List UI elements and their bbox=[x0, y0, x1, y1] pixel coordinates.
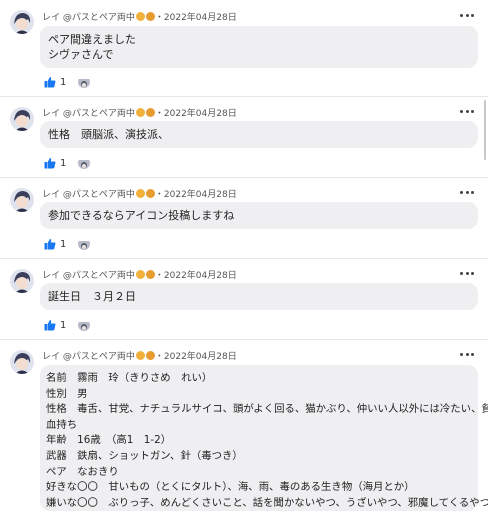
comment-line: ペア なおきり bbox=[46, 465, 119, 478]
like-bar[interactable]: 1 bbox=[44, 76, 66, 88]
author-name[interactable]: レイ @パスとペア両中 bbox=[42, 10, 135, 23]
thumbs-up-icon[interactable] bbox=[44, 319, 56, 331]
comment-meta: レイ @パスとペア両中 ・ 2022年04月28日 bbox=[42, 349, 237, 362]
author-name[interactable]: レイ @パスとペア両中 bbox=[42, 106, 135, 119]
comment-line: シヴァさんで bbox=[48, 48, 114, 61]
comment-post: レイ @パスとペア両中 ・ 2022年04月28日 参加できるならアイコン投稿します… bbox=[0, 177, 488, 258]
comment-post: レイ @パスとペア両中・ 2022年04月28日 ペア間違えました シヴァさんで … bbox=[0, 0, 488, 96]
comment-post: レイ @パスとペア両中 ・ 2022年04月28日 性格 頭脳派、演技派、 1 bbox=[0, 96, 488, 177]
like-bar[interactable]: 1 bbox=[44, 319, 66, 331]
comment-line: 参加できるならアイコン投稿しますね bbox=[48, 209, 235, 222]
separator: ・ bbox=[154, 352, 164, 362]
emoji-icon bbox=[145, 12, 155, 21]
more-options-icon[interactable] bbox=[460, 10, 474, 20]
post-date: 2022年04月28日 bbox=[163, 190, 237, 200]
comment-meta: レイ @パスとペア両中 ・ 2022年04月28日 bbox=[42, 10, 237, 23]
comment-bubble: 名前 霧雨 玲（きりさめ れい） 性別 男 性格 毒舌、甘党、ナチュラルサイコ、… bbox=[40, 365, 488, 511]
avatar[interactable] bbox=[10, 269, 34, 293]
emoji-icon bbox=[135, 189, 145, 198]
comment-line: 名前 霧雨 玲（きりさめ れい） bbox=[46, 372, 213, 384]
thumbs-up-icon[interactable] bbox=[44, 76, 56, 88]
more-options-icon[interactable] bbox=[460, 349, 474, 359]
post-date: 2022年04月28日 bbox=[163, 13, 237, 23]
author-name[interactable]: レイ @パスとペア両中 bbox=[42, 187, 135, 200]
separator: ・ bbox=[154, 271, 164, 281]
reactor-avatar[interactable] bbox=[78, 157, 90, 169]
like-bar[interactable]: 1 bbox=[44, 238, 66, 250]
emoji-icon bbox=[145, 351, 155, 360]
comment-line: 年齢 16歳 （高1 1-2） bbox=[46, 434, 172, 447]
author-name[interactable]: レイ @パスとペア両中 bbox=[42, 268, 135, 281]
like-count: 1 bbox=[60, 76, 67, 88]
author-name[interactable]: レイ @パスとペア両中 bbox=[42, 349, 135, 362]
avatar[interactable] bbox=[10, 188, 34, 212]
comment-feed: レイ @パスとペア両中・ 2022年04月28日 ペア間違えました シヴァさんで … bbox=[0, 0, 488, 512]
emoji-icon bbox=[145, 108, 155, 117]
reactor-avatar[interactable] bbox=[78, 76, 90, 88]
emoji-icon bbox=[135, 351, 145, 360]
comment-meta: レイ @パスとペア両中 ・ 2022年04月28日 bbox=[42, 106, 237, 119]
comment-bubble: 誕生日 ３月２日 bbox=[40, 283, 478, 310]
comment-post: レイ @パスとペア両中 ・ 2022年04月28日 誕生日 ３月２日 1 bbox=[0, 258, 488, 339]
avatar[interactable] bbox=[10, 350, 34, 374]
emoji-icon bbox=[135, 12, 145, 21]
comment-meta: レイ @パスとペア両中 ・ 2022年04月28日 bbox=[42, 187, 237, 200]
separator: ・ bbox=[154, 13, 164, 23]
comment-line: 嫌いな〇〇 ぶりっ子、めんどくさいこと、話を聞かないやつ、うざいやつ、邪魔してく… bbox=[46, 496, 488, 509]
comment-line: 性格 頭脳派、演技派、 bbox=[48, 128, 169, 141]
like-count: 1 bbox=[60, 238, 67, 250]
avatar[interactable] bbox=[10, 10, 34, 34]
reactor-avatar[interactable] bbox=[78, 238, 90, 250]
comment-line: 性別 男 bbox=[46, 387, 88, 400]
like-count: 1 bbox=[60, 157, 67, 169]
comment-line: 好きな〇〇 甘いもの（とくにタルト）、海、雨、毒のある生き物（海月とか） bbox=[46, 481, 415, 494]
post-date: 2022年04月28日 bbox=[163, 109, 237, 119]
comment-line: 性格 毒舌、甘党、ナチュラルサイコ、頭がよく回る、猫かぶり、仲いい人以外には冷た… bbox=[46, 403, 488, 416]
comment-line: 武器 鉄扇、ショットガン、針（毒つき） bbox=[46, 449, 243, 462]
comment-line: 誕生日 ３月２日 bbox=[48, 290, 136, 303]
comment-bubble: 性格 頭脳派、演技派、 bbox=[40, 121, 478, 148]
emoji-icon bbox=[145, 270, 155, 279]
like-bar[interactable]: 1 bbox=[44, 157, 66, 169]
comment-meta: レイ @パスとペア両中 ・ 2022年04月28日 bbox=[42, 268, 237, 281]
more-options-icon[interactable] bbox=[460, 187, 474, 197]
more-options-icon[interactable] bbox=[460, 268, 474, 278]
avatar[interactable] bbox=[10, 107, 34, 131]
more-options-icon[interactable] bbox=[460, 106, 474, 116]
thumbs-up-icon[interactable] bbox=[44, 238, 56, 250]
thumbs-up-icon[interactable] bbox=[44, 157, 56, 169]
emoji-icon bbox=[135, 108, 145, 117]
separator: ・ bbox=[154, 109, 164, 119]
comment-bubble: 参加できるならアイコン投稿しますね bbox=[40, 202, 478, 229]
comment-post: レイ @パスとペア両中 ・ 2022年04月28日 名前 霧雨 玲（きりさめ れい）… bbox=[0, 339, 488, 512]
post-date: 2022年04月28日 bbox=[163, 352, 237, 362]
like-count: 1 bbox=[60, 319, 67, 331]
separator: ・ bbox=[154, 190, 164, 200]
comment-line: 血持ち bbox=[46, 418, 78, 431]
comment-bubble: ペア間違えました シヴァさんで bbox=[40, 26, 478, 68]
reactor-avatar[interactable] bbox=[78, 319, 90, 331]
emoji-icon bbox=[145, 189, 155, 198]
post-date: 2022年04月28日 bbox=[163, 271, 237, 281]
comment-line: ペア間違えました bbox=[48, 33, 136, 46]
scrollbar[interactable] bbox=[484, 100, 486, 160]
emoji-icon bbox=[135, 270, 145, 279]
